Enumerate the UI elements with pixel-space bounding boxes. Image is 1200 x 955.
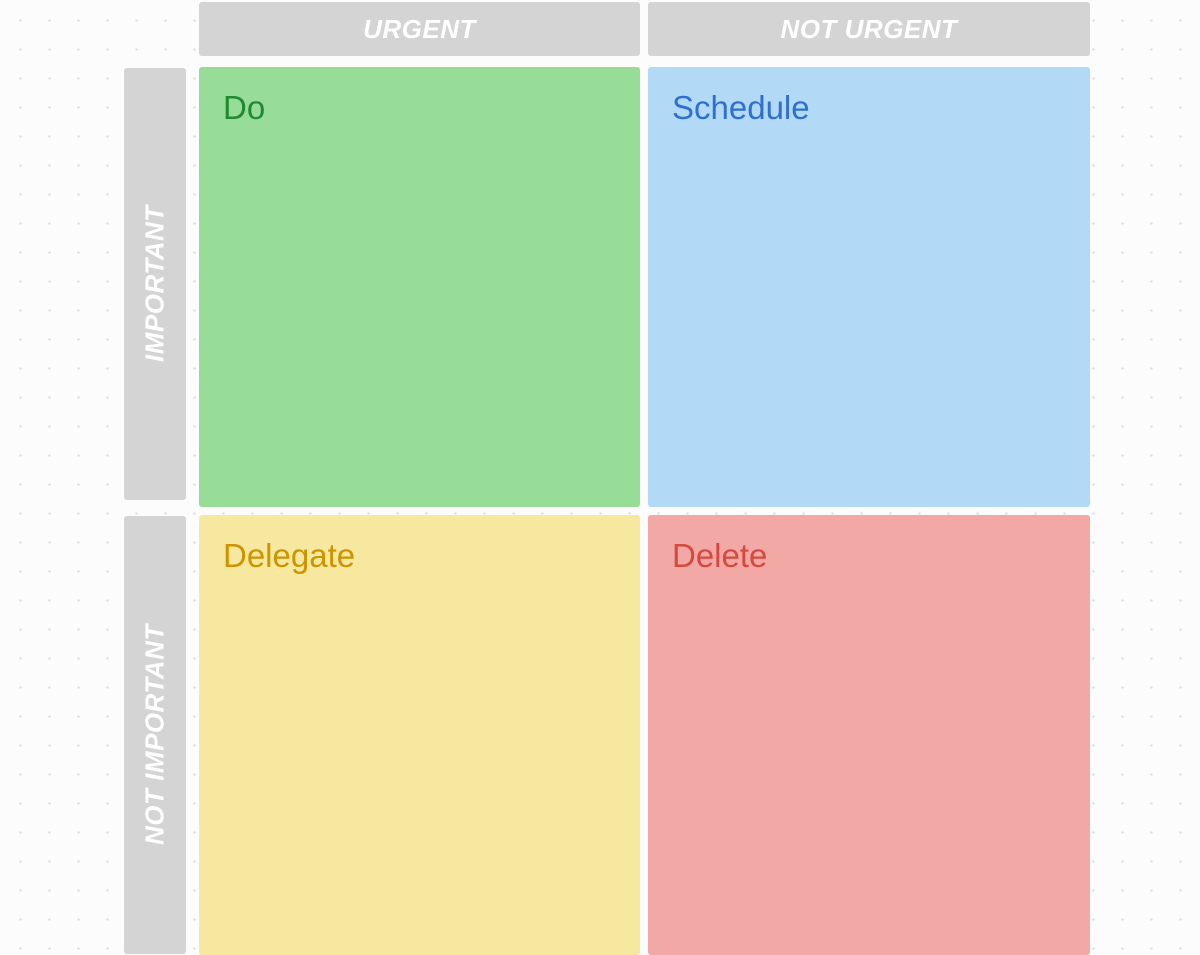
quadrant-do-title: Do [223, 89, 616, 127]
row-header-important: IMPORTANT [124, 68, 186, 500]
quadrant-delegate-title: Delegate [223, 537, 616, 575]
column-header-urgent: URGENT [199, 2, 640, 56]
quadrant-delegate[interactable]: Delegate [199, 515, 640, 955]
quadrant-schedule[interactable]: Schedule [648, 67, 1090, 507]
quadrant-delete-title: Delete [672, 537, 1066, 575]
quadrant-do[interactable]: Do [199, 67, 640, 507]
quadrant-delete[interactable]: Delete [648, 515, 1090, 955]
quadrant-schedule-title: Schedule [672, 89, 1066, 127]
column-header-not-urgent: NOT URGENT [648, 2, 1090, 56]
row-header-not-important: NOT IMPORTANT [124, 516, 186, 954]
eisenhower-matrix: URGENT NOT URGENT IMPORTANT NOT IMPORTAN… [0, 0, 1200, 954]
